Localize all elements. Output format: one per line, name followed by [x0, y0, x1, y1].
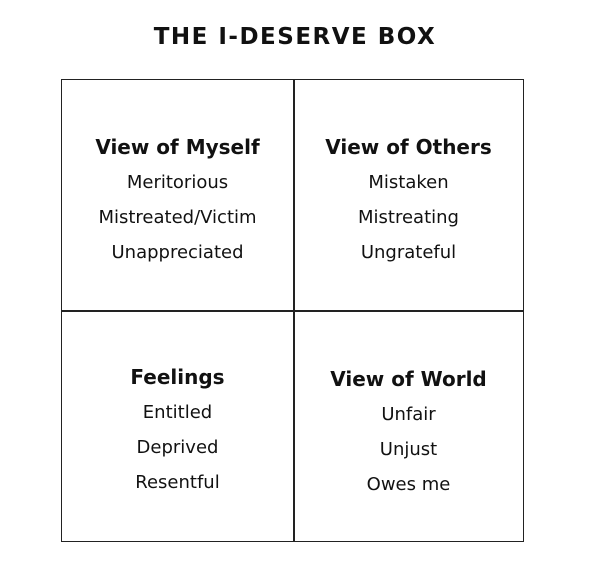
quadrant-view-of-world: View of World Unfair Unjust Owes me: [293, 365, 524, 502]
quadrant-item-list: Meritorious Mistreated/Victim Unapprecia…: [62, 165, 293, 270]
quadrant-heading: View of World: [330, 367, 487, 391]
quadrant-item: Mistreated/Victim: [98, 207, 257, 228]
quadrant-item: Deprived: [136, 437, 219, 458]
quadrant-view-of-myself: View of Myself Meritorious Mistreated/Vi…: [62, 133, 293, 270]
quadrant-item: Meritorious: [126, 172, 229, 193]
quadrant-item: Unappreciated: [111, 242, 244, 263]
quadrant-heading: Feelings: [130, 365, 225, 389]
quadrant-heading: View of Myself: [95, 135, 260, 159]
quadrant-item: Mistaken: [368, 172, 449, 193]
quadrant-feelings: Feelings Entitled Deprived Resentful: [62, 363, 293, 500]
quadrant-item-list: Mistaken Mistreating Ungrateful: [293, 165, 524, 270]
quadrant-item: Unjust: [379, 439, 438, 460]
quadrant-item: Mistreating: [358, 207, 459, 228]
quadrant-view-of-others: View of Others Mistaken Mistreating Ungr…: [293, 133, 524, 270]
quadrant-item: Resentful: [135, 472, 220, 493]
horizontal-divider: [62, 310, 523, 312]
quadrant-heading: View of Others: [325, 135, 492, 159]
quadrant-item: Ungrateful: [360, 242, 457, 263]
quadrant-item-list: Entitled Deprived Resentful: [62, 395, 293, 500]
diagram-title: THE I-DESERVE BOX: [153, 24, 437, 50]
four-quadrant-box: View of Myself Meritorious Mistreated/Vi…: [61, 79, 524, 542]
quadrant-item-list: Unfair Unjust Owes me: [293, 397, 524, 502]
quadrant-item: Unfair: [381, 404, 436, 425]
quadrant-item: Entitled: [142, 402, 213, 423]
quadrant-item: Owes me: [366, 474, 451, 495]
